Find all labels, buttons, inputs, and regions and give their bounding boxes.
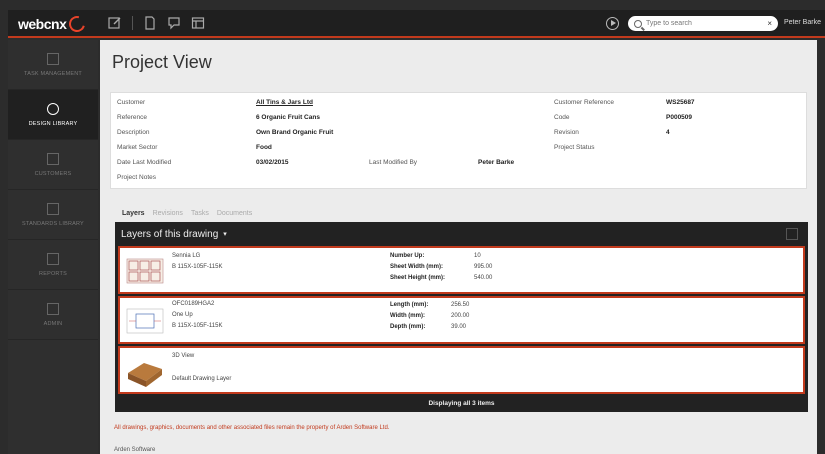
layers-panel: Layers of this drawing ▾ Sennia LG B 115… (115, 222, 808, 412)
sheet-layout-thumbnail (126, 258, 164, 284)
sidebar-item-label: REPORTS (39, 270, 67, 277)
admin-icon (47, 302, 59, 315)
date-modified-value: 03/02/2015 (256, 159, 289, 166)
task-icon (47, 52, 59, 65)
length-value: 256.50 (451, 302, 470, 308)
customer-reference-value: WS25687 (666, 99, 695, 106)
project-status-label: Project Status (554, 144, 595, 151)
comment-icon[interactable] (167, 16, 181, 30)
open-external-icon[interactable] (786, 228, 798, 240)
sidebar-item-standards-library[interactable]: STANDARDS LIBRARY (8, 190, 98, 240)
project-tabs: Layers Revisions Tasks Documents (122, 210, 252, 217)
copyright-notice: All drawings, graphics, documents and ot… (114, 425, 390, 431)
layers-pager: Displaying all 3 items (115, 394, 808, 412)
search-icon (634, 19, 642, 28)
reports-icon (47, 252, 59, 265)
number-up-value: 10 (474, 253, 481, 259)
layer-row[interactable]: 3D View Default Drawing Layer (118, 346, 805, 394)
tab-tasks[interactable]: Tasks (191, 210, 209, 217)
sidebar-item-reports[interactable]: REPORTS (8, 240, 98, 290)
chevron-down-icon: ▾ (223, 231, 227, 238)
revision-label: Revision (554, 129, 579, 136)
market-sector-value: Food (256, 144, 272, 151)
sheet-width-value: 995.00 (474, 264, 493, 270)
number-up-label: Number Up: (390, 253, 425, 259)
search-box[interactable]: × (628, 16, 778, 31)
logo-swirl-icon (66, 13, 89, 35)
depth-label: Depth (mm): (390, 324, 426, 330)
description-value: Own Brand Organic Fruit (256, 129, 334, 136)
depth-value: 39.00 (451, 324, 467, 330)
layer-row[interactable]: Sennia LG B 115X-105F-115K Number Up: 10… (118, 246, 805, 294)
code-label: Code (554, 114, 570, 121)
customers-icon (47, 152, 59, 165)
layers-title: Layers of this drawing (121, 228, 219, 240)
market-sector-label: Market Sector (117, 144, 158, 151)
description-label: Description (117, 129, 150, 136)
project-notes-label: Project Notes (117, 174, 157, 181)
main-content: Project View Customer All Tins & Jars Lt… (100, 40, 817, 454)
date-modified-label: Date Last Modified (117, 159, 172, 166)
reference-value: 6 Organic Fruit Cans (256, 114, 320, 121)
edit-icon[interactable] (108, 16, 122, 30)
one-up-thumbnail (126, 308, 164, 334)
code-value: P000509 (666, 114, 693, 121)
width-label: Width (mm): (390, 313, 425, 319)
3d-box-thumbnail (128, 363, 162, 387)
customer-reference-label: Customer Reference (554, 99, 614, 106)
sidebar-item-admin[interactable]: ADMIN (8, 290, 98, 340)
toolbar-divider (132, 16, 133, 30)
clear-search-icon[interactable]: × (767, 19, 772, 28)
sidebar-item-design-library[interactable]: DESIGN LIBRARY (8, 90, 98, 140)
reference-label: Reference (117, 114, 147, 121)
sheet-width-label: Sheet Width (mm): (390, 264, 443, 270)
tab-documents[interactable]: Documents (217, 210, 252, 217)
width-value: 200.00 (451, 313, 470, 319)
page-title: Project View (112, 52, 212, 72)
sidebar-item-label: ADMIN (43, 320, 63, 327)
layer-name: 3D View (172, 353, 195, 359)
sidebar-item-task-management[interactable]: TASK MANAGEMENT (8, 40, 98, 90)
app-logo[interactable]: webcnx (18, 13, 89, 35)
sidebar-item-label: DESIGN LIBRARY (28, 120, 78, 127)
layers-dropdown[interactable]: Layers of this drawing ▾ (115, 222, 808, 246)
sidebar-item-label: TASK MANAGEMENT (24, 70, 82, 77)
user-name[interactable]: Peter Barke (784, 19, 821, 26)
document-icon[interactable] (143, 16, 157, 30)
layer-row[interactable]: OFC0189HGA2 One Up B 115X-105F-115K Leng… (118, 296, 805, 344)
standards-icon (47, 202, 59, 215)
top-toolbar: webcnx × Peter Barke (8, 10, 825, 38)
modified-by-value: Peter Barke (478, 159, 515, 166)
sidebar: TASK MANAGEMENT DESIGN LIBRARY CUSTOMERS… (8, 40, 98, 454)
customer-label: Customer (117, 99, 146, 106)
company-name: Arden Software (114, 447, 156, 453)
sheet-height-value: 540.00 (474, 275, 493, 281)
layer-name: Sennia LG (172, 253, 201, 259)
toolbar-icons (108, 16, 205, 30)
revision-value: 4 (666, 129, 670, 136)
tab-revisions[interactable]: Revisions (153, 210, 183, 217)
layer-name: OFC0189HGA2 (172, 301, 215, 307)
sidebar-item-label: STANDARDS LIBRARY (22, 220, 84, 227)
layer-spec: B 115X-105F-115K (172, 264, 223, 270)
logo-text: webcnx (18, 16, 67, 32)
design-library-icon (47, 102, 59, 115)
customer-link[interactable]: All Tins & Jars Ltd (256, 99, 313, 106)
layer-spec: B 115X-105F-115K (172, 323, 223, 329)
search-input[interactable] (646, 20, 756, 27)
sheet-height-label: Sheet Height (mm): (390, 275, 446, 281)
tab-layers[interactable]: Layers (122, 210, 145, 217)
modified-by-label: Last Modified By (369, 159, 418, 166)
sidebar-item-customers[interactable]: CUSTOMERS (8, 140, 98, 190)
layout-icon[interactable] (191, 16, 205, 30)
project-info-card: Customer All Tins & Jars Ltd Reference 6… (110, 92, 807, 189)
layer-description: Default Drawing Layer (172, 376, 232, 382)
layer-type: One Up (172, 312, 193, 318)
app-window: webcnx × Peter Barke TASK MANAGEMENT DES… (0, 0, 825, 454)
sidebar-item-label: CUSTOMERS (34, 170, 72, 177)
length-label: Length (mm): (390, 302, 429, 308)
items-count: Displaying all 3 items (428, 399, 495, 407)
play-icon[interactable] (606, 17, 619, 30)
